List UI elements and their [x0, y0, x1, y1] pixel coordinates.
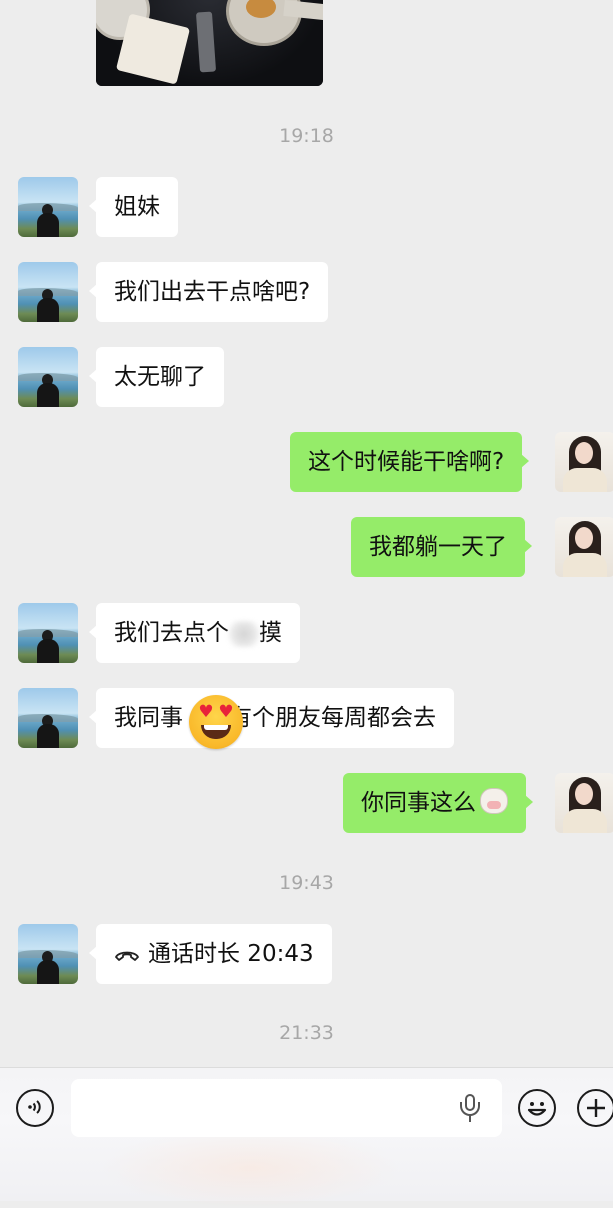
message-bubble-outgoing[interactable]: 你同事这么 — [343, 773, 526, 833]
shared-photo[interactable] — [96, 0, 323, 86]
avatar-contact[interactable] — [18, 347, 78, 407]
message-text: 我们出去干点啥吧? — [114, 279, 310, 305]
avatar-contact[interactable] — [18, 262, 78, 322]
emoji-button[interactable] — [518, 1089, 556, 1127]
plus-button[interactable] — [577, 1089, 613, 1127]
voice-icon — [23, 1095, 47, 1119]
plus-icon — [577, 1089, 613, 1127]
message-text: 你同事这么 — [361, 790, 476, 816]
message-text: 我们去点个 — [114, 620, 229, 646]
message-text: 太无聊了 — [114, 364, 206, 390]
avatar-contact[interactable] — [18, 603, 78, 663]
cow-emoji — [480, 788, 508, 814]
message-text: 这个时候能干啥啊? — [308, 449, 504, 475]
voice-button[interactable] — [16, 1089, 54, 1127]
message-bubble-incoming[interactable]: 我们去点个 摸 — [96, 603, 300, 663]
message-text: 我同事 — [114, 705, 183, 731]
call-record-bubble[interactable]: 通话时长 20:43 — [96, 924, 332, 984]
avatar-contact[interactable] — [18, 924, 78, 984]
message-bubble-outgoing[interactable]: 这个时候能干啥啊? — [290, 432, 522, 492]
emoji-icon — [518, 1089, 556, 1127]
message-bubble-outgoing[interactable]: 我都躺一天了 — [351, 517, 525, 577]
avatar-self[interactable] — [555, 432, 613, 492]
message-text: 我都躺一天了 — [369, 534, 507, 560]
redaction-blur — [227, 621, 261, 647]
message-bubble-incoming[interactable]: 我同事 有个朋友每周都会去 — [96, 688, 454, 748]
timestamp: 21:33 — [0, 1022, 613, 1044]
timestamp: 19:43 — [0, 872, 613, 894]
timestamp: 19:18 — [0, 125, 613, 147]
avatar-contact[interactable] — [18, 688, 78, 748]
avatar-self[interactable] — [555, 773, 613, 833]
message-text: 姐妹 — [114, 194, 160, 220]
message-bubble-incoming[interactable]: 姐妹 — [96, 177, 178, 237]
message-bubble-incoming[interactable]: 我们出去干点啥吧? — [96, 262, 328, 322]
message-input[interactable] — [71, 1079, 502, 1137]
mic-icon[interactable] — [458, 1094, 482, 1124]
phone-hangup-icon — [114, 925, 148, 985]
avatar-contact[interactable] — [18, 177, 78, 237]
heart-eyes-emoji: ♥ ♥ — [189, 695, 243, 749]
call-duration-text: 通话时长 20:43 — [148, 941, 314, 967]
avatar-self[interactable] — [555, 517, 613, 577]
message-text: 有个朋友每周都会去 — [229, 705, 436, 731]
message-text: 摸 — [259, 620, 282, 646]
message-bubble-incoming[interactable]: 太无聊了 — [96, 347, 224, 407]
